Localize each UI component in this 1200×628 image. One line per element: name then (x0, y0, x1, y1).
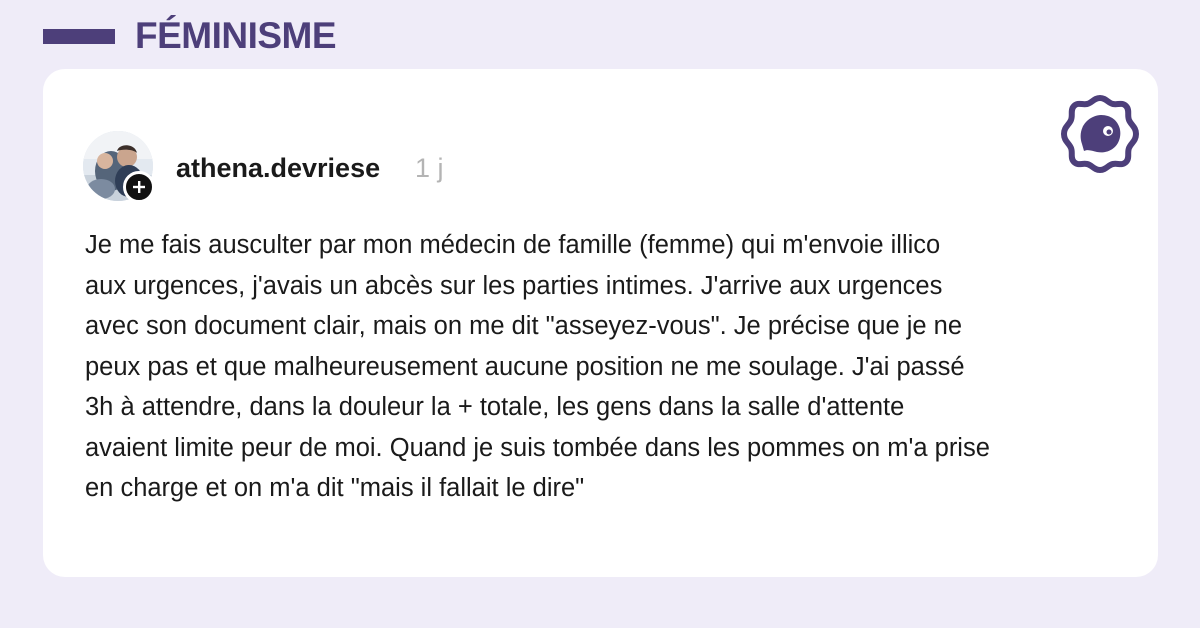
category-bar (43, 29, 115, 44)
post-line: avec son document clair, mais on me dit … (85, 312, 963, 340)
plus-icon (133, 181, 145, 193)
brand-logo-icon (1061, 95, 1139, 173)
post-line: en charge et on m'a dit "mais il fallait… (85, 474, 585, 502)
post-line: Je me fais ausculter par mon médecin de … (85, 231, 941, 259)
post-line: 3h à attendre, dans la douleur la + tota… (85, 393, 905, 421)
post-line: peux pas et que malheureusement aucune p… (85, 352, 965, 381)
author-username[interactable]: athena.devriese (176, 152, 380, 184)
author-avatar-wrap[interactable] (83, 131, 155, 203)
category-label: FÉMINISME (135, 15, 337, 56)
post-card: athena.devriese 1 j Je me fais ausculter… (43, 69, 1158, 577)
post-timestamp: 1 j (415, 153, 444, 183)
follow-button[interactable] (123, 171, 155, 203)
post-line: avaient limite peur de moi. Quand je sui… (85, 433, 990, 462)
post-body: Je me fais ausculter par mon médecin de … (85, 225, 1135, 509)
post-line: aux urgences, j'avais un abcès sur les p… (85, 271, 943, 300)
